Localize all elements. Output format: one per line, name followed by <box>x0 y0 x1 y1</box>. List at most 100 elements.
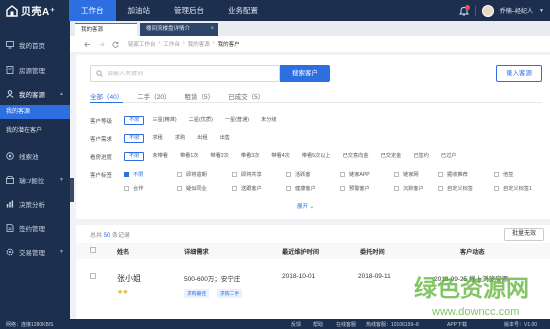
tag-checkbox[interactable]: 沉默客户 <box>394 185 424 192</box>
column-header: 客户动态 <box>460 249 485 256</box>
watermark-url: www.downcc.com <box>431 306 519 318</box>
sidebar-sub-my-customers[interactable]: 我的客源 <box>0 105 70 119</box>
tag-checkbox[interactable]: 疑似同业 <box>177 185 207 192</box>
sidebar-collapse-handle[interactable] <box>70 178 74 202</box>
filter-option[interactable]: 不限 <box>124 116 145 125</box>
sidebar-item-contracts[interactable]: 签约管理 <box>0 217 70 239</box>
demand-tag: 求购二手 <box>217 289 243 298</box>
filter-option[interactable]: 三星(精准) <box>148 116 180 125</box>
checkbox-icon <box>494 172 499 177</box>
tag-label: 疑似同业 <box>186 186 207 192</box>
breadcrumb-item[interactable]: 我的客源 <box>188 40 210 48</box>
header-checkbox[interactable] <box>90 247 96 255</box>
notification-dot <box>464 4 470 10</box>
filter-option[interactable]: 带看3次 <box>237 152 263 161</box>
tab-building-detail[interactable]: 楼间流楼盘详情介 × <box>140 23 218 36</box>
tag-checkbox[interactable]: 即将逾期 <box>177 171 207 178</box>
tag-checkbox[interactable]: 预警客户 <box>340 185 370 192</box>
filter-option[interactable]: 已过户 <box>437 152 461 161</box>
nav-admin[interactable]: 管理后台 <box>162 0 216 21</box>
expand-filters-link[interactable]: 展开 ⌄ <box>297 202 314 210</box>
filter-option[interactable]: 带看4次 <box>267 152 293 161</box>
tab-my-customers[interactable]: 我的客源 <box>75 23 137 36</box>
network-status: 网络：连接1280KB/S <box>6 322 54 328</box>
bell-icon[interactable] <box>458 4 470 16</box>
filter-option[interactable]: 求购 <box>171 134 189 143</box>
tag-checkbox[interactable]: 自定义标签1 <box>494 185 532 192</box>
tab-second-hand[interactable]: 二手（20） <box>137 91 170 103</box>
sidebar-item-leads[interactable]: 线索池 <box>0 145 70 167</box>
filter-option[interactable]: 已签约 <box>409 152 433 161</box>
tag-checkbox[interactable]: 他签 <box>494 171 513 178</box>
filter-option[interactable]: 未带看 <box>148 152 172 161</box>
forward-arrow-icon[interactable] <box>98 41 105 48</box>
search-input[interactable] <box>107 70 277 77</box>
sidebar-item-analysis[interactable]: 决策分析 <box>0 193 70 215</box>
app-download-link[interactable]: APP下载 <box>447 321 467 328</box>
feedback-link[interactable]: 反馈 <box>291 321 301 328</box>
top-nav: 工作台 加油站 管理后台 业务配置 <box>69 0 270 21</box>
tag-checkbox[interactable]: 链家APP <box>340 171 370 178</box>
tag-checkbox[interactable]: 链家网 <box>394 171 419 178</box>
summary-bar: 总共 50 条记录 批量无效 <box>76 219 550 241</box>
back-arrow-icon[interactable] <box>84 41 91 48</box>
filter-option[interactable]: 出租 <box>193 134 211 143</box>
help-link[interactable]: 帮助 <box>313 321 323 328</box>
batch-invalid-button[interactable]: 批量无效 <box>504 228 544 241</box>
filter-option[interactable]: 带看2次 <box>206 152 232 161</box>
filter-option[interactable]: 已交定金 <box>377 152 406 161</box>
search-box[interactable] <box>90 65 280 82</box>
online-service-link[interactable]: 在线客服 <box>336 321 356 328</box>
user-icon <box>6 90 14 98</box>
add-customer-button[interactable]: 录入客源 <box>496 65 542 82</box>
tag-checkbox[interactable]: 自定义标签 <box>438 185 473 192</box>
sidebar-item-home[interactable]: 我的首页 <box>0 34 70 56</box>
filter-option[interactable]: 带看5次以上 <box>298 152 335 161</box>
filter-option[interactable]: 不限 <box>124 152 145 161</box>
avatar[interactable] <box>481 4 494 17</box>
column-header: 委托时间 <box>360 249 385 256</box>
nav-business-config[interactable]: 业务配置 <box>216 0 270 21</box>
tag-checkbox[interactable]: 不限 <box>124 171 143 178</box>
filter-option[interactable]: 不限 <box>124 134 145 143</box>
refresh-icon[interactable] <box>112 41 119 48</box>
chevron-down-icon: ⌄ <box>309 204 315 210</box>
chevron-up-icon: ▲ <box>59 91 64 97</box>
sidebar-item-stores[interactable]: 瑞□/掘位 ▼ <box>0 169 70 191</box>
filter-option[interactable]: 出售 <box>216 134 234 143</box>
search-button[interactable]: 搜索客户 <box>280 65 330 82</box>
filter-option[interactable]: 一星(普通) <box>221 116 253 125</box>
tag-checkbox[interactable]: 掘收推荐 <box>438 171 468 178</box>
sidebar-sub-potential-customers[interactable]: 我的潜在客户 <box>0 124 70 138</box>
tab-rental[interactable]: 租赁（5） <box>184 91 214 103</box>
filter-option[interactable]: 求租 <box>148 134 166 143</box>
filter-option[interactable]: 二星(优质) <box>185 116 217 125</box>
tag-checkbox[interactable]: 即将共享 <box>232 171 262 178</box>
tag-checkbox[interactable]: 送跟客户 <box>232 185 262 192</box>
version-text: 版本号：V1.00 <box>504 322 538 328</box>
customer-name[interactable]: 张小姐 <box>117 273 141 284</box>
breadcrumb-item[interactable]: 工作台 <box>163 40 180 48</box>
tab-closed[interactable]: 已成交（5） <box>228 91 264 103</box>
tag-label: 自定义标签1 <box>503 186 532 192</box>
sidebar-item-trade[interactable]: 交易管理 ▼ <box>0 241 70 263</box>
breadcrumb-item[interactable]: 链家工作台 <box>128 40 156 48</box>
tag-checkbox[interactable]: 合作 <box>124 185 143 192</box>
filter-option[interactable]: 带看1次 <box>176 152 202 161</box>
logo[interactable]: 贝壳A⁺ <box>6 3 56 18</box>
sidebar-item-house[interactable]: 房源管理 <box>0 59 70 81</box>
chevron-down-icon[interactable]: ▼ <box>539 8 544 14</box>
filter-option[interactable]: 已交意向金 <box>339 152 373 161</box>
user-name[interactable]: 乔楠–经纪人 <box>500 6 533 15</box>
tag-checkbox[interactable]: 健康客户 <box>286 185 316 192</box>
breadcrumb-bar: 链家工作台 › 工作台 › 我的客源 › 我的客户 <box>70 36 550 53</box>
nav-gas-station[interactable]: 加油站 <box>116 0 163 21</box>
row-checkbox[interactable] <box>90 273 96 281</box>
tab-all[interactable]: 全部（40） <box>90 91 124 103</box>
nav-workbench[interactable]: 工作台 <box>69 0 116 21</box>
breadcrumb-current: 我的客户 <box>217 42 240 48</box>
close-icon[interactable]: × <box>210 23 214 36</box>
filter-option[interactable]: 未分级 <box>257 116 281 125</box>
tag-checkbox[interactable]: 活跃客 <box>286 171 311 178</box>
sidebar-item-customers[interactable]: 我的客源 ▲ <box>0 83 70 105</box>
